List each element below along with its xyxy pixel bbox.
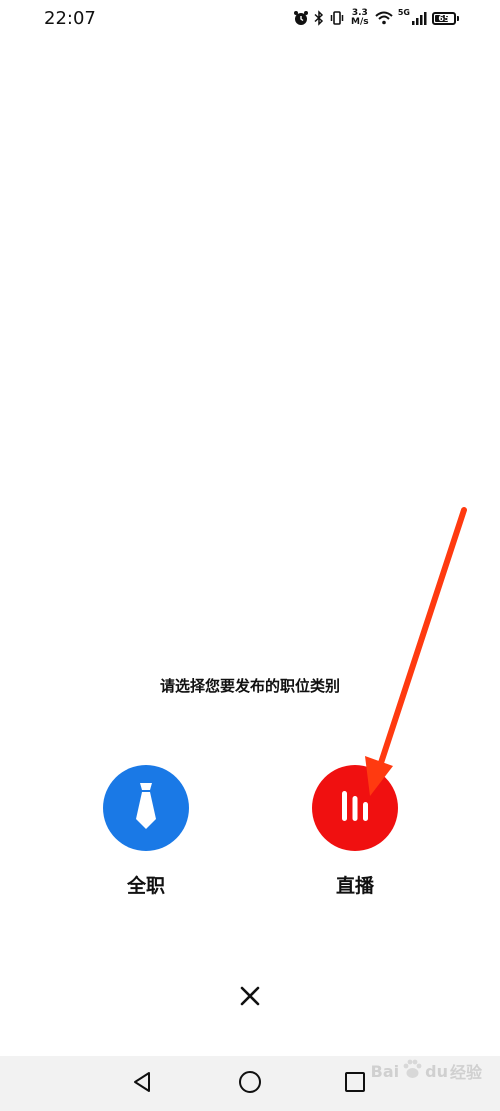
vibrate-icon [329, 10, 345, 26]
necktie-icon [134, 783, 158, 833]
status-time: 22:07 [44, 8, 96, 29]
option-fulltime[interactable]: 全职 [103, 765, 189, 897]
live-circle[interactable] [312, 765, 398, 851]
nav-back-button[interactable] [127, 1068, 159, 1100]
wifi-icon [375, 11, 393, 25]
watermark-brand-a: Bai [370, 1061, 400, 1081]
bluetooth-icon [314, 10, 324, 26]
prompt-text: 请选择您要发布的职位类别 [159, 677, 340, 695]
nav-recent-button[interactable] [339, 1068, 371, 1100]
nav-home-button[interactable] [234, 1068, 266, 1100]
home-icon [238, 1070, 262, 1098]
recent-apps-icon [344, 1071, 366, 1097]
battery-icon: 65 [432, 11, 459, 25]
signal-type: 5G [397, 7, 410, 17]
paw-icon [401, 1058, 423, 1084]
live-label: 直播 [335, 875, 374, 897]
close-button[interactable] [234, 982, 266, 1014]
watermark-brand-b: du [425, 1061, 448, 1081]
alarm-icon [293, 10, 309, 26]
battery-level: 65 [438, 13, 450, 23]
cellular-signal-icon [411, 11, 427, 25]
baidu-watermark: Bai du 经验 [371, 1058, 482, 1084]
close-icon [240, 986, 260, 1010]
option-live[interactable]: 直播 [312, 765, 398, 897]
fulltime-circle[interactable] [103, 765, 189, 851]
fulltime-label: 全职 [126, 875, 165, 897]
status-bar: 22:07 3.3 M/s 5G 65 [0, 0, 500, 36]
watermark-suffix: 经验 [449, 1063, 482, 1082]
annotation-arrow [365, 507, 467, 796]
back-icon [132, 1071, 154, 1097]
net-speed: 3.3 M/s [351, 8, 369, 27]
status-icons: 3.3 M/s 5G 65 [293, 5, 459, 31]
live-bars-icon [338, 789, 372, 827]
